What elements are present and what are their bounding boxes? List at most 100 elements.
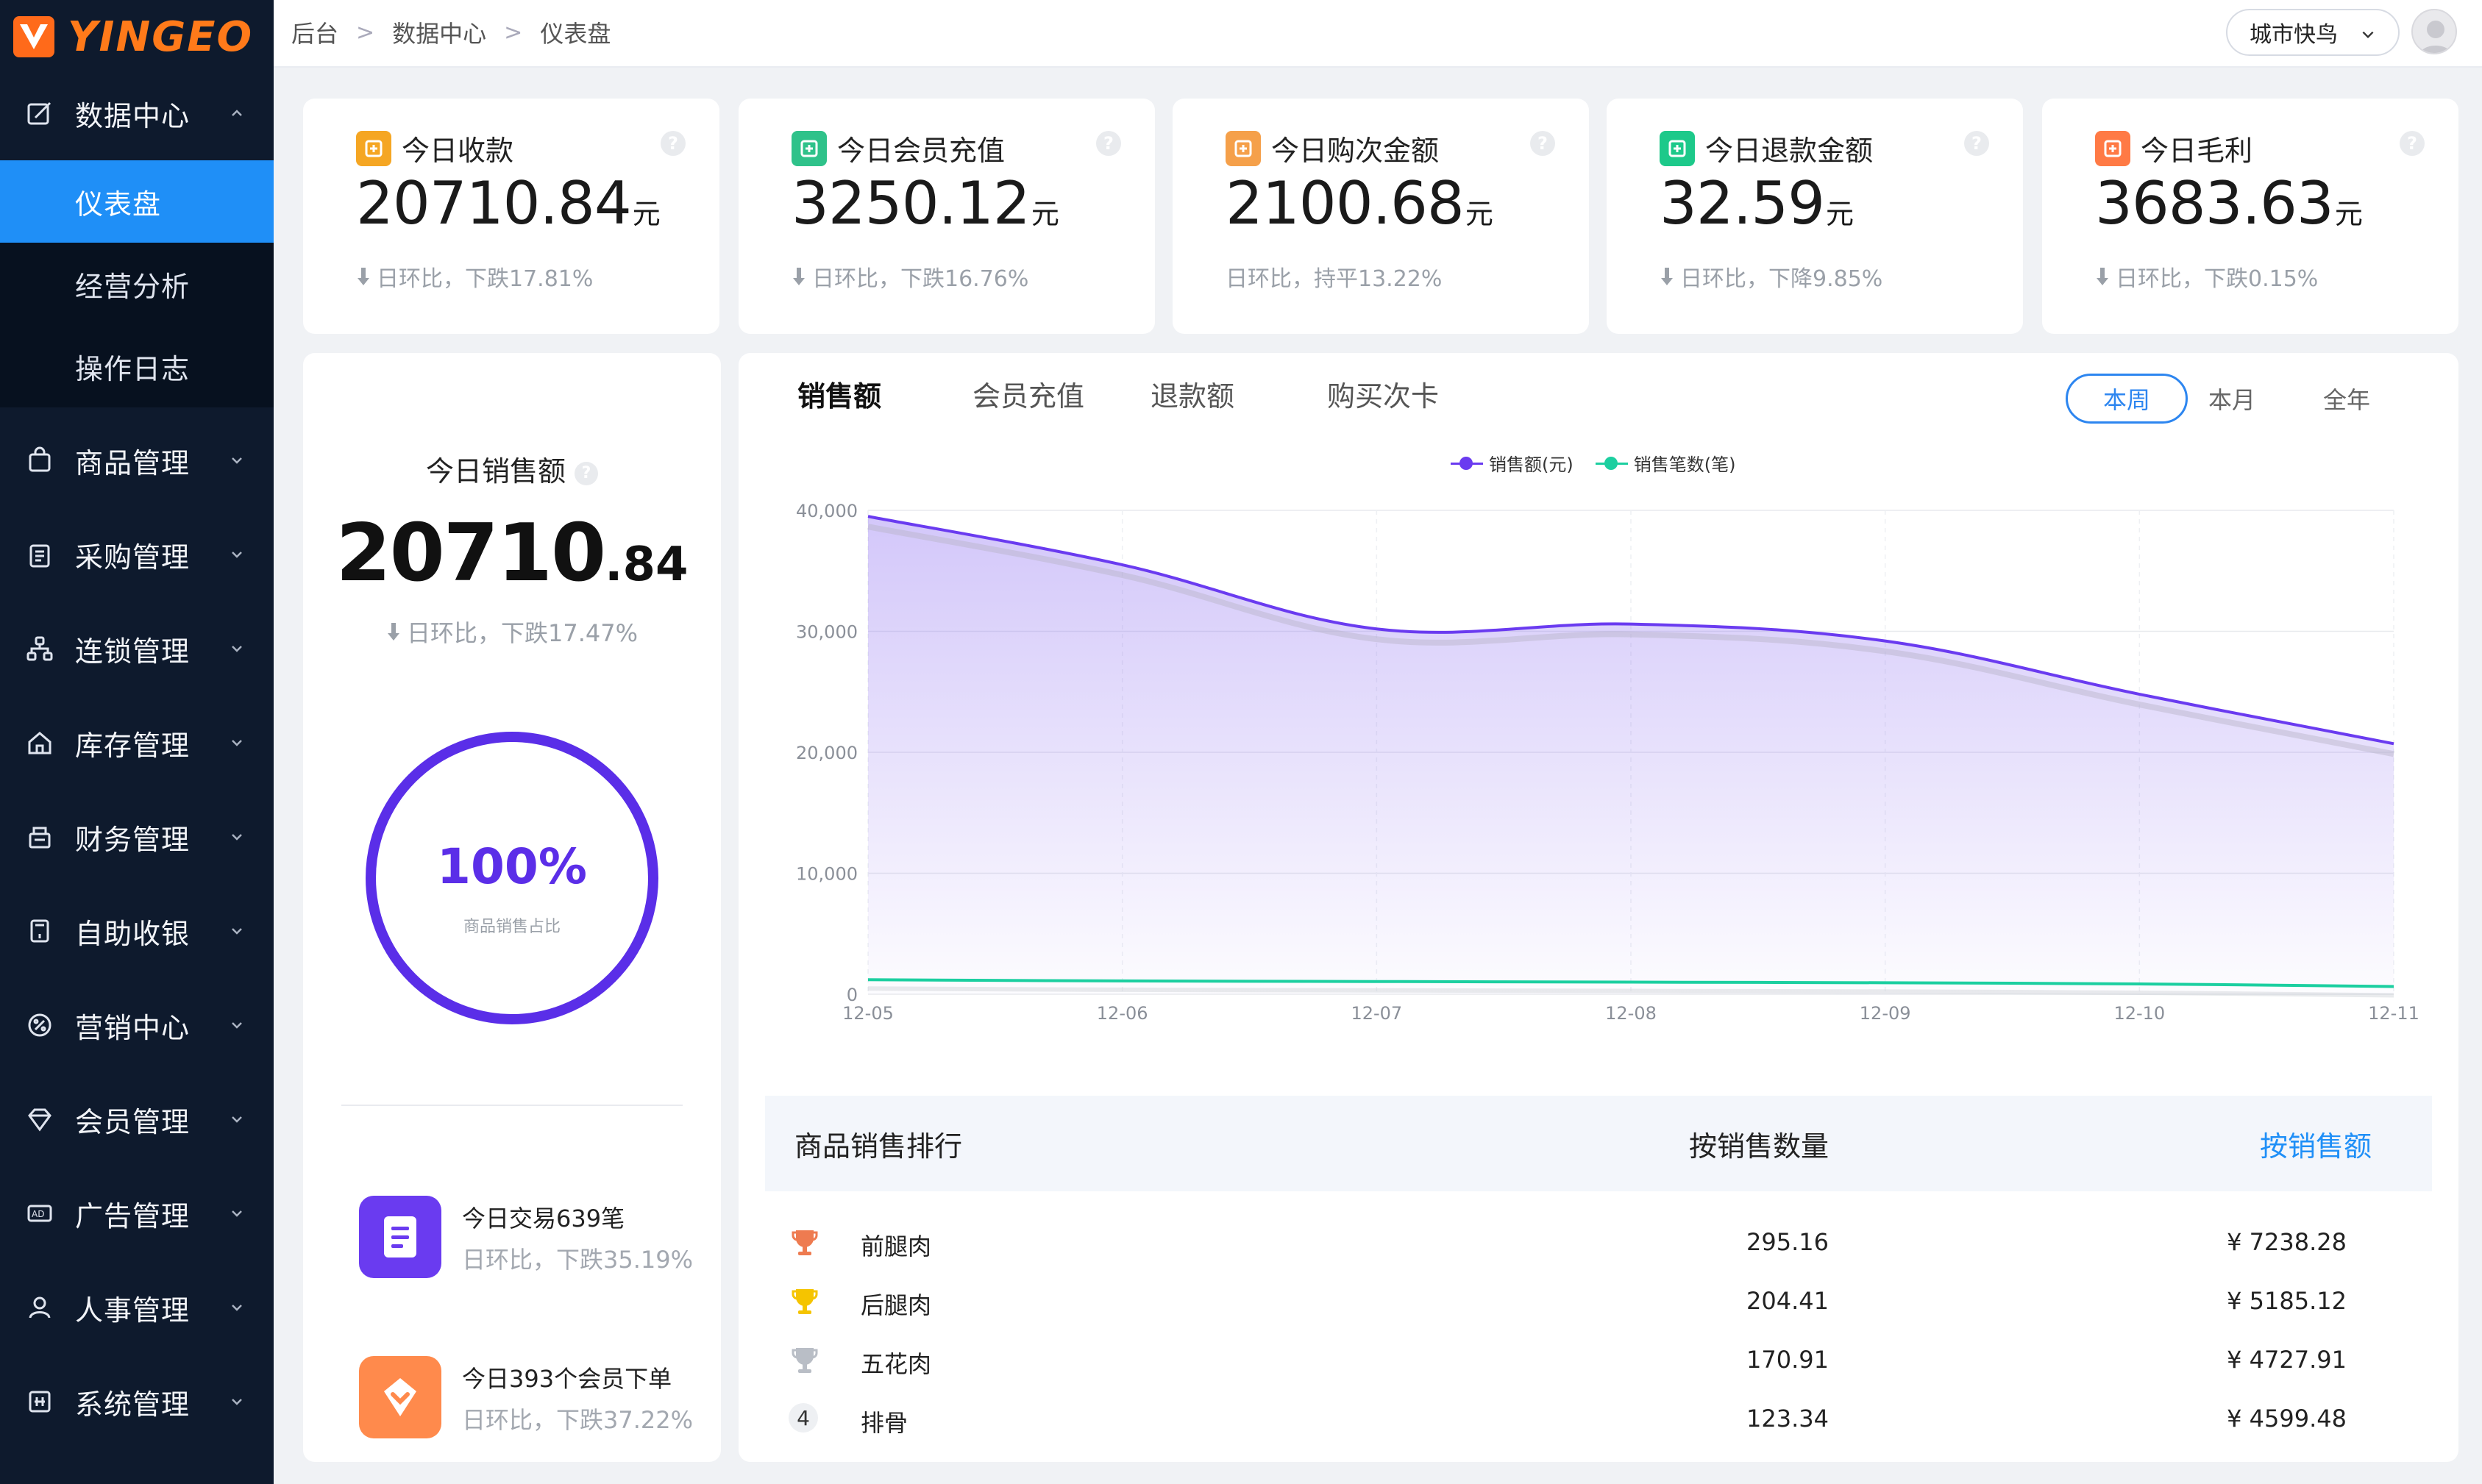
breadcrumb-item: 仪表盘 xyxy=(540,20,611,48)
nav-group-cash-register[interactable]: 财务管理 xyxy=(0,790,274,884)
nav-group-data-center[interactable]: 数据中心 xyxy=(0,66,274,160)
avatar[interactable] xyxy=(2411,9,2457,54)
nav-item-business-analysis[interactable]: 经营分析 xyxy=(0,243,274,325)
x-tick-label: 12-07 xyxy=(1351,1003,1402,1024)
nav-group-ad[interactable]: AD 广告管理 xyxy=(0,1166,274,1260)
ranking-header: 商品销售排行 按销售数量 按销售额 xyxy=(765,1096,2432,1191)
nav-group-bag[interactable]: 商品管理 xyxy=(0,413,274,507)
sales-title: 今日销售额? xyxy=(303,449,721,489)
nav-group-clipboard[interactable]: 采购管理 xyxy=(0,507,274,602)
y-tick-label: 40,000 xyxy=(796,501,858,521)
product-name: 五花肉 xyxy=(861,1350,932,1378)
table-row[interactable]: 4 排骨 123.34 ¥ 4599.48 xyxy=(765,1390,2432,1449)
stat-compare: 日环比，下跌0.15% xyxy=(2095,260,2318,293)
sort-by-quantity[interactable]: 按销售数量 xyxy=(1689,1124,1829,1164)
nav-group-user[interactable]: 人事管理 xyxy=(0,1260,274,1355)
nav-label: 营销中心 xyxy=(75,1011,191,1044)
city-selector[interactable]: 城市快鸟 xyxy=(2226,9,2400,56)
stat-unit: 元 xyxy=(632,198,661,230)
product-name: 后腿肉 xyxy=(861,1291,932,1319)
clipboard-icon xyxy=(24,538,56,571)
nav-item-operation-log[interactable]: 操作日志 xyxy=(0,325,274,407)
nav-group-grid-settings[interactable]: 系统管理 xyxy=(0,1355,274,1449)
arrow-down-icon xyxy=(793,268,805,285)
series-area-sales xyxy=(868,516,2394,994)
y-tick-label: 10,000 xyxy=(796,864,858,885)
nav-label: 库存管理 xyxy=(75,729,191,762)
rank-badge: 4 xyxy=(789,1403,818,1433)
brand-logo[interactable]: YINGEO xyxy=(13,13,263,61)
money-bag-icon xyxy=(2095,130,2130,166)
today-sales-card: 今日销售额? 20710.84 日环比，下跌17.47% 100% 商品销售占比… xyxy=(303,353,721,1462)
table-row[interactable]: 五花肉 170.91 ¥ 4727.91 xyxy=(765,1331,2432,1390)
help-icon[interactable]: ? xyxy=(575,461,598,485)
ranking-title: 商品销售排行 xyxy=(794,1130,963,1163)
x-tick-label: 12-09 xyxy=(1860,1003,1911,1024)
mini-title: 今日交易639笔 xyxy=(462,1205,625,1232)
mini-compare: 日环比，下跌35.19% xyxy=(462,1246,694,1274)
y-tick-label: 30,000 xyxy=(796,622,858,643)
product-quantity: 170.91 xyxy=(1746,1346,1829,1374)
nav-group-self-checkout[interactable]: 自助收银 xyxy=(0,884,274,978)
stat-compare-text: 日环比，下跌17.81% xyxy=(377,266,594,292)
self-checkout-icon xyxy=(24,915,56,947)
table-row[interactable]: 前腿肉 295.16 ¥ 7238.28 xyxy=(765,1213,2432,1272)
sort-by-amount[interactable]: 按销售额 xyxy=(2260,1124,2372,1164)
nav-label: 财务管理 xyxy=(75,823,191,856)
product-quantity: 204.41 xyxy=(1746,1287,1829,1315)
bronze-trophy-icon xyxy=(789,1227,821,1259)
product-name: 前腿肉 xyxy=(861,1232,932,1260)
chevron-down-icon xyxy=(232,1116,242,1123)
mini-compare: 日环比，下跌37.22% xyxy=(462,1406,694,1434)
breadcrumb-item[interactable]: 后台 xyxy=(291,15,338,49)
ring-label: 商品销售占比 xyxy=(463,918,561,936)
sales-value-dec: .84 xyxy=(605,538,689,592)
stat-card: 今日收款? 20710.84元 日环比，下跌17.81% xyxy=(303,99,719,334)
stat-compare: 日环比，下跌17.81% xyxy=(356,260,593,293)
stat-card: 今日毛利? 3683.63元日环比，下跌0.15% xyxy=(2042,99,2458,334)
stat-title-row: 今日购次金额 xyxy=(1226,128,1439,168)
bag-icon xyxy=(24,444,56,477)
nav-label: 人事管理 xyxy=(75,1294,191,1327)
stat-title-row: 今日会员充值 xyxy=(792,128,1005,168)
stat-title-row: 今日毛利 xyxy=(2095,128,2252,168)
mini-stat-transactions: 今日交易639笔 日环比，下跌35.19% xyxy=(359,1196,697,1280)
product-amount: ¥ 4599.48 xyxy=(2227,1405,2347,1433)
stat-compare: 日环比，持平13.22% xyxy=(1226,260,1442,293)
nav-label: 仪表盘 xyxy=(75,188,162,221)
edit-chart-icon xyxy=(24,97,56,129)
product-quantity: 123.34 xyxy=(1746,1405,1829,1433)
stat-number: 20710.84 xyxy=(356,169,632,238)
breadcrumb: 后台 > 数据中心 > 仪表盘 xyxy=(291,0,611,65)
divider xyxy=(341,1105,683,1106)
sales-chart-card: 销售额 会员充值 退款额 购买次卡 本周 本月 全年 销售额(元) 销售笔数(笔… xyxy=(739,353,2458,1462)
table-row[interactable]: 后腿肉 204.41 ¥ 5185.12 xyxy=(765,1272,2432,1331)
nav-group-percent-badge[interactable]: 营销中心 xyxy=(0,978,274,1072)
stat-card: 今日会员充值? 3250.12元 日环比，下跌16.76% xyxy=(739,99,1155,334)
stat-compare-text: 日环比，持平13.22% xyxy=(1226,266,1443,292)
sidebar: YINGEO 数据中心 仪表盘 经营分析 操作日志 商品管理 采购管理 连锁管理库存… xyxy=(0,0,274,1484)
nav-group-diamond[interactable]: 会员管理 xyxy=(0,1072,274,1166)
help-icon[interactable]: ? xyxy=(1530,131,1555,156)
nav-group-org-tree[interactable]: 连锁管理 xyxy=(0,602,274,696)
stat-value: 3683.63元 xyxy=(2095,169,2363,238)
breadcrumb-item[interactable]: 数据中心 xyxy=(392,15,486,49)
nav-group-home[interactable]: 库存管理 xyxy=(0,696,274,790)
chevron-down-icon xyxy=(232,646,242,652)
silver-trophy-icon xyxy=(789,1344,821,1377)
stat-title: 今日退款金额 xyxy=(1705,135,1874,167)
nav-label: 自助收银 xyxy=(75,917,191,950)
receipt-icon xyxy=(359,1196,441,1278)
gold-trophy-icon xyxy=(789,1285,821,1318)
chevron-down-icon xyxy=(232,1305,242,1311)
nav-item-dashboard[interactable]: 仪表盘 xyxy=(0,160,274,243)
help-icon[interactable]: ? xyxy=(1096,131,1121,156)
sales-title-text: 今日销售额 xyxy=(425,455,566,488)
help-icon[interactable]: ? xyxy=(1964,131,1989,156)
logo-mark-icon xyxy=(13,16,54,57)
stat-title: 今日购次金额 xyxy=(1271,135,1440,167)
chevron-down-icon xyxy=(232,1210,242,1217)
help-icon[interactable]: ? xyxy=(2400,131,2425,156)
help-icon[interactable]: ? xyxy=(661,131,686,156)
stat-unit: 元 xyxy=(1826,198,1855,230)
